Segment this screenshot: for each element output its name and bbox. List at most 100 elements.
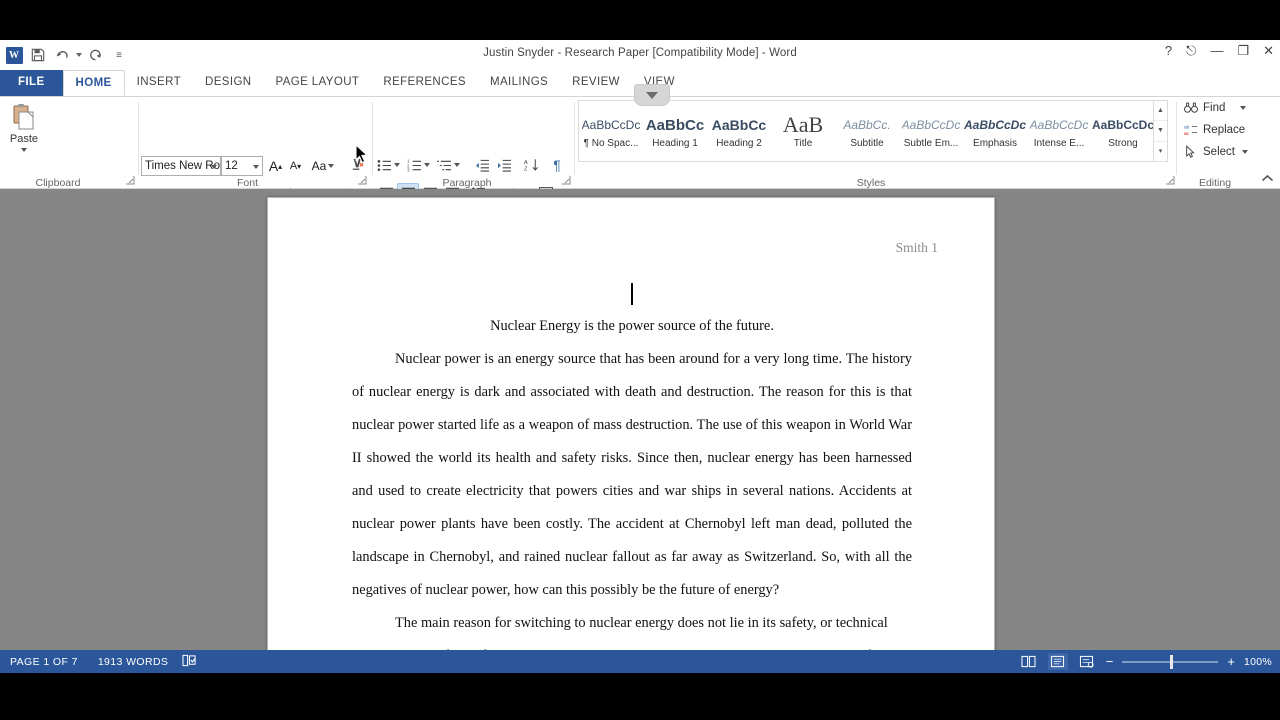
style-item[interactable]: AaB Title [771,101,835,161]
style-name: Heading 2 [716,138,762,149]
group-separator [138,102,139,175]
show-formatting-marks-button[interactable]: ¶ [546,155,568,175]
style-name: Subtle Em... [903,138,959,149]
group-paragraph: 123 AZ ¶ Paragraph [374,97,575,203]
minimize-button[interactable]: — [1210,44,1223,57]
paragraph-dialog-launcher[interactable] [562,176,573,187]
style-preview: AaBbCcDс [901,118,961,132]
svg-text:ac: ac [1184,132,1190,136]
change-case-button[interactable]: Aa [308,156,338,176]
chevron-down-icon [1240,105,1247,110]
style-item[interactable]: AaBbCc Heading 2 [707,101,771,161]
paste-icon [4,101,44,133]
zoom-slider[interactable] [1122,654,1219,669]
zoom-level[interactable]: 100% [1244,656,1272,668]
style-name: Intense E... [1033,138,1085,149]
window-controls: ? ⎋ — ❐ ✕ [1165,44,1274,57]
restore-button[interactable]: ❐ [1237,44,1249,57]
decrease-indent-button[interactable] [471,155,493,175]
group-label-paragraph: Paragraph [442,177,492,189]
close-button[interactable]: ✕ [1263,44,1274,57]
grow-font-button[interactable]: A ▴ [266,156,285,176]
help-button[interactable]: ? [1165,44,1172,57]
tab-home[interactable]: HOME [62,70,125,96]
proofing-errors-icon[interactable] [178,654,201,670]
clipboard-dialog-launcher[interactable] [126,176,137,187]
font-name-combobox[interactable]: Times New Ro [141,156,221,176]
decrease-indent-icon [475,159,489,172]
page-indicator[interactable]: PAGE 1 OF 7 [0,656,88,668]
document-page[interactable]: Smith 1 Nuclear Energy is the power sour… [267,197,995,673]
style-preview: AaBbCс [645,116,705,134]
font-size-combobox[interactable]: 12 [221,156,263,176]
tab-page-layout[interactable]: PAGE LAYOUT [264,70,372,96]
tab-references[interactable]: REFERENCES [371,70,478,96]
shrink-font-button[interactable]: A ▾ [286,156,305,176]
tab-design[interactable]: DESIGN [193,70,264,96]
style-item[interactable]: AaBbCcDс Intense E... [1027,101,1091,161]
numbering-button[interactable]: 123 [404,155,432,175]
find-button[interactable]: Find [1184,101,1247,114]
zoom-in-button[interactable]: + [1227,655,1235,668]
zoom-slider-thumb[interactable] [1170,654,1174,669]
tab-mailings[interactable]: MAILINGS [478,70,560,96]
bullets-button[interactable] [374,155,402,175]
style-item[interactable]: AaBbCcDс Emphasis [963,101,1027,161]
chevron-down-icon [21,148,27,152]
style-preview: AaBbCc [711,117,767,133]
title-bar-overlay-dropdown[interactable] [634,84,670,106]
svg-text:3: 3 [407,167,410,171]
style-item[interactable]: AaBbCcDc ¶ No Spac... [579,101,643,161]
chevron-down-icon [453,163,460,167]
replace-icon: abac [1184,125,1198,136]
style-item[interactable]: AaBbCcDс Subtle Em... [899,101,963,161]
group-separator [1176,102,1177,175]
multilevel-list-button[interactable] [434,155,462,175]
styles-scroll-down-button[interactable]: ▼ [1154,121,1167,142]
chevron-down-icon [253,165,259,169]
group-label-font: Font [236,177,258,189]
styles-more-button[interactable]: ▾ [1154,142,1167,161]
style-name: ¶ No Spac... [583,138,639,149]
styles-gallery-scrollbar[interactable]: ▲ ▼ ▾ [1153,101,1167,161]
style-item[interactable]: AaBbCcDс Strong [1091,101,1155,161]
select-button[interactable]: Select [1184,145,1248,158]
read-mode-view-button[interactable] [1019,653,1039,670]
paste-button[interactable]: Paste [4,101,44,152]
chevron-down-icon [211,165,217,169]
ribbon-display-options-button[interactable]: ⎋ [1186,44,1196,57]
zoom-out-button[interactable]: − [1106,655,1114,668]
ribbon: Paste Cut Copy Format Painter Clipboard [0,96,1280,257]
page-header[interactable]: Smith 1 [896,240,938,256]
tab-review[interactable]: REVIEW [560,70,632,96]
tab-file[interactable]: FILE [0,70,63,96]
status-bar: PAGE 1 OF 7 1913 WORDS − + 100% [0,650,1280,673]
style-preview: AaBbCc. [843,118,891,132]
print-layout-view-button[interactable] [1047,653,1068,670]
document-body[interactable]: Nuclear Energy is the power source of th… [352,310,912,673]
collapse-ribbon-button[interactable] [1261,174,1274,186]
increase-indent-button[interactable] [493,155,515,175]
numbered-list-icon: 123 [407,159,421,172]
status-bar-right: − + 100% [1019,653,1272,670]
document-canvas[interactable]: Smith 1 Nuclear Energy is the power sour… [0,189,1280,673]
binoculars-icon [1184,102,1198,113]
tab-insert[interactable]: INSERT [125,70,193,96]
style-item[interactable]: AaBbCc. Subtitle [835,101,899,161]
sort-icon: AZ [524,159,538,172]
svg-text:Z: Z [524,167,528,172]
web-layout-view-button[interactable] [1077,653,1097,670]
word-count[interactable]: 1913 WORDS [88,656,179,668]
replace-button[interactable]: ab ac Replace [1184,123,1245,137]
style-item[interactable]: AaBbCс Heading 1 [643,101,707,161]
chevron-down-icon [393,163,400,167]
styles-gallery: AaBbCcDc ¶ No Spac... AaBbCс Heading 1 AaBbC… [578,100,1168,162]
title-bar: W ≡ Justin Snyder - Research Paper [Comp… [0,40,1280,70]
mouse-cursor [355,143,370,170]
group-font: Times New Ro 12 A▴ A▾ Aa B I U [140,97,373,202]
chevron-down-icon [423,163,430,167]
document-paragraph: Nuclear power is an energy source that h… [352,351,912,598]
styles-scroll-up-button[interactable]: ▲ [1154,101,1167,122]
sort-button[interactable]: AZ [520,155,542,175]
font-dialog-launcher[interactable] [358,176,369,187]
